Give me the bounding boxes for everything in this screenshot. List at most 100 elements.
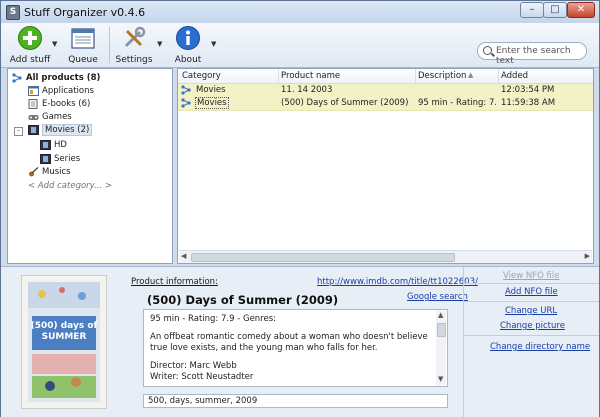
scroll-left-icon[interactable]: ◀	[181, 252, 186, 260]
change-url-link[interactable]: Change URL	[505, 306, 557, 316]
tree-item-label: Series	[54, 154, 81, 164]
sort-ascending-icon: ▲	[468, 71, 474, 79]
guitar-icon	[29, 166, 39, 176]
add-plus-icon	[18, 26, 42, 50]
tree-item-label: E-books (6)	[42, 99, 91, 109]
tree-item-label: Movies (2)	[42, 124, 93, 136]
actions-divider	[463, 267, 464, 417]
column-divider[interactable]	[278, 69, 279, 83]
cell-product-name: (500) Days of Summer (2009)	[281, 98, 409, 108]
minimize-button[interactable]: –	[520, 2, 544, 18]
about-button[interactable]: About	[173, 25, 203, 65]
settings-button[interactable]: Settings	[115, 25, 153, 65]
cell-added: 12:03:54 PM	[501, 85, 555, 95]
tree-item-label: HD	[54, 140, 67, 150]
category-tree[interactable]: All products (8) Applications E-books (6…	[7, 68, 173, 264]
title-bar[interactable]: S Stuff Organizer v0.4.6 – □ ✕	[1, 1, 599, 23]
product-info-panel: (500) days of SUMMER Product information…	[1, 266, 599, 417]
table-row[interactable]: Movies 11. 14 2003 12:03:54 PM	[178, 84, 593, 98]
actions-separator	[463, 335, 599, 336]
column-header-product-name[interactable]: Product name	[281, 71, 340, 81]
about-dropdown-icon[interactable]: ▼	[211, 40, 216, 48]
search-icon	[483, 46, 492, 55]
games-icon	[28, 114, 39, 120]
change-directory-link[interactable]: Change directory name	[490, 342, 590, 352]
column-header-description[interactable]: Description	[418, 71, 466, 81]
tree-item-applications[interactable]: Applications	[28, 85, 94, 98]
film-icon	[40, 153, 51, 164]
category-icon	[181, 85, 191, 95]
description-line: true love exists, and the young man who …	[150, 343, 378, 353]
column-header-category[interactable]: Category	[182, 71, 221, 81]
category-icon	[12, 72, 22, 83]
add-stuff-dropdown-icon[interactable]: ▼	[52, 40, 57, 48]
settings-dropdown-icon[interactable]: ▼	[157, 40, 162, 48]
collapse-movies-toggle[interactable]: -	[14, 127, 23, 136]
cell-description: 95 min - Rating: 7...	[418, 98, 496, 108]
tree-item-ebooks[interactable]: E-books (6)	[28, 98, 90, 111]
tree-item-series[interactable]: Series	[40, 153, 80, 166]
ebook-icon	[28, 98, 38, 109]
queue-label: Queue	[68, 55, 98, 65]
actions-separator	[463, 283, 599, 284]
view-nfo-link[interactable]: View NFO file	[503, 271, 559, 281]
scrollbar-thumb[interactable]	[191, 253, 455, 262]
queue-list-icon	[71, 28, 95, 49]
description-textarea[interactable]: 95 min - Rating: 7.9 - Genres: An offbea…	[143, 309, 448, 387]
maximize-button[interactable]: □	[543, 2, 567, 18]
toolbar-separator	[109, 27, 110, 63]
scrollbar-thumb[interactable]	[437, 323, 446, 337]
category-icon	[181, 98, 191, 108]
scroll-right-icon[interactable]: ▶	[585, 252, 590, 260]
film-icon	[28, 124, 39, 135]
cell-added: 11:59:38 AM	[501, 98, 556, 108]
description-line: 95 min - Rating: 7.9 - Genres:	[150, 314, 277, 324]
product-title: (500) Days of Summer (2009)	[147, 293, 339, 307]
cell-product-name: 11. 14 2003	[281, 85, 333, 95]
queue-button[interactable]: Queue	[65, 25, 101, 65]
info-icon	[176, 26, 200, 50]
tree-root-all-products[interactable]: All products (8)	[12, 72, 100, 85]
app-logo-icon: S	[6, 5, 20, 20]
tree-item-musics[interactable]: Musics	[28, 166, 71, 179]
description-line: Director: Marc Webb	[150, 361, 237, 371]
add-nfo-link[interactable]: Add NFO file	[505, 287, 558, 297]
horizontal-scrollbar[interactable]: ◀ ▶	[179, 250, 592, 263]
keywords-field[interactable]: 500, days, summer, 2009	[143, 394, 448, 408]
settings-tools-icon	[124, 26, 146, 48]
movie-poster-image[interactable]: (500) days of SUMMER	[21, 275, 107, 409]
film-icon	[40, 139, 51, 150]
column-divider[interactable]	[415, 69, 416, 83]
column-divider[interactable]	[498, 69, 499, 83]
app-window: S Stuff Organizer v0.4.6 – □ ✕ Add stuff…	[0, 0, 600, 417]
tree-item-movies[interactable]: Movies (2)	[28, 124, 93, 137]
scroll-up-icon[interactable]: ▲	[438, 311, 443, 319]
description-line: An offbeat romantic comedy about a woman…	[150, 332, 428, 342]
tree-item-hd[interactable]: HD	[40, 139, 67, 152]
actions-separator	[463, 301, 599, 302]
close-button[interactable]: ✕	[567, 2, 595, 18]
tree-item-games[interactable]: Games	[28, 111, 72, 124]
vertical-scrollbar[interactable]: ▲ ▼	[436, 311, 446, 385]
product-info-label: Product information:	[131, 277, 218, 287]
search-input[interactable]: Enter the search text	[496, 46, 586, 66]
add-stuff-label: Add stuff	[9, 55, 51, 65]
imdb-link[interactable]: http://www.imdb.com/title/tt1022603/	[317, 277, 478, 287]
scroll-down-icon[interactable]: ▼	[438, 375, 443, 383]
add-category-item[interactable]: < Add category... >	[28, 180, 112, 193]
add-stuff-button[interactable]: Add stuff	[7, 25, 53, 65]
table-row-selected[interactable]: Movies (500) Days of Summer (2009) 95 mi…	[178, 97, 593, 111]
description-line: Writer: Scott Neustadter	[150, 372, 254, 382]
change-picture-link[interactable]: Change picture	[500, 321, 565, 331]
settings-label: Settings	[115, 55, 153, 65]
list-header: Category Product name Description ▲ Adde…	[178, 69, 593, 84]
google-search-link[interactable]: Google search	[407, 292, 468, 302]
window-title: Stuff Organizer v0.4.6	[24, 6, 146, 19]
applications-icon	[28, 85, 39, 96]
about-label: About	[174, 55, 202, 65]
cell-category: Movies	[195, 97, 229, 109]
product-list[interactable]: Category Product name Description ▲ Adde…	[177, 68, 594, 264]
search-box[interactable]: Enter the search text	[477, 42, 587, 66]
tree-root-label: All products (8)	[26, 73, 101, 83]
column-header-added[interactable]: Added	[501, 71, 528, 81]
